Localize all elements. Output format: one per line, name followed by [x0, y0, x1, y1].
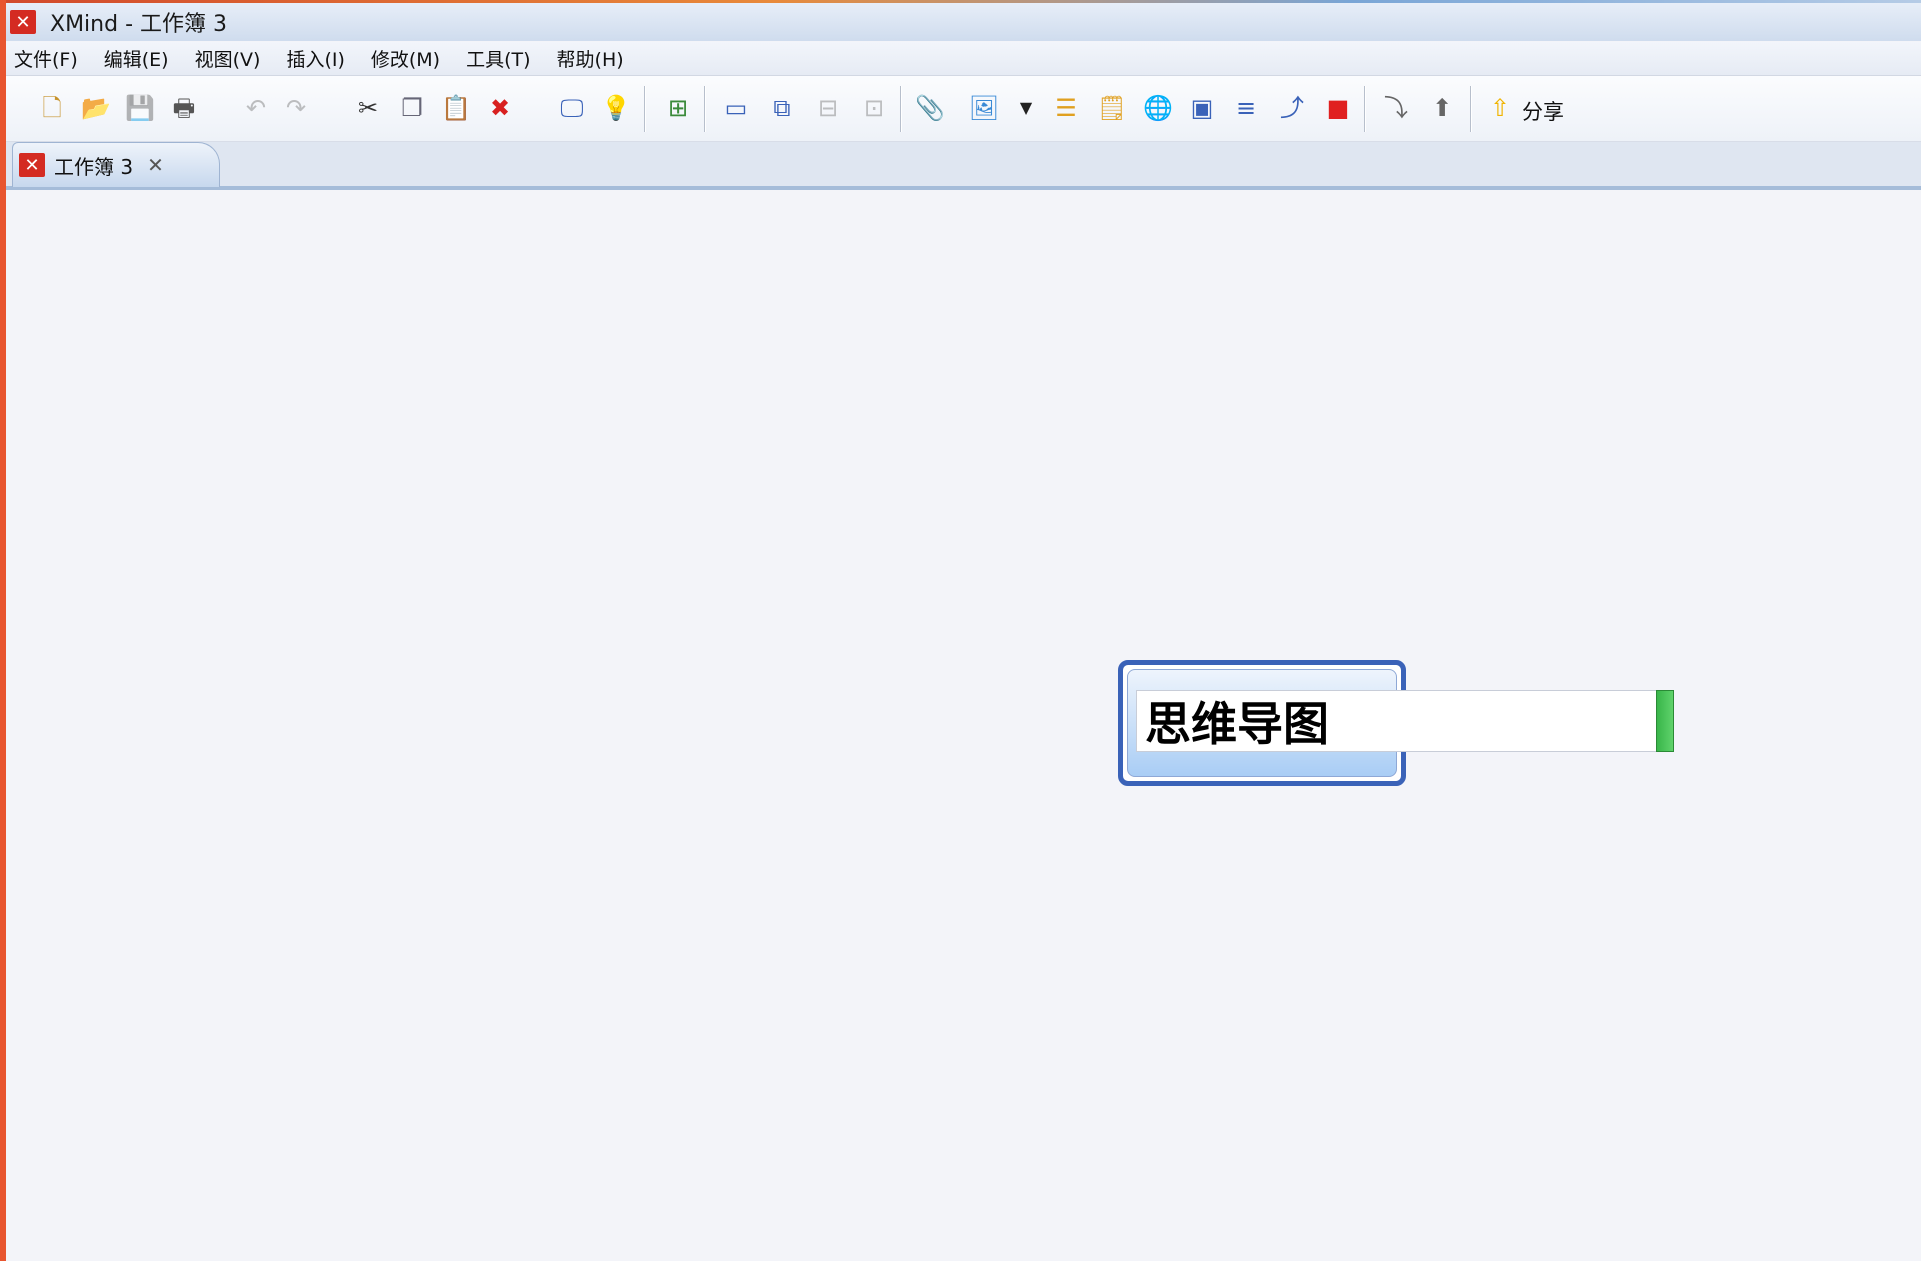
editor-tab-strip: ✕ 工作簿 3 ✕ [6, 142, 1921, 190]
toolbar-separator [704, 86, 706, 132]
open-icon[interactable]: 📂 [80, 92, 112, 124]
menu-tools[interactable]: 工具(T) [454, 45, 542, 72]
boundary-icon[interactable]: ▣ [1186, 92, 1218, 124]
close-icon[interactable]: ✕ [147, 153, 164, 177]
window-title: XMind - 工作簿 3 [50, 12, 227, 37]
central-topic-text: 思维导图 [1145, 697, 1329, 751]
copy-icon[interactable]: ❐ [396, 92, 428, 124]
summary-bracket-icon[interactable]: ≡ [1230, 92, 1262, 124]
share-icon[interactable]: ⇧ [1484, 92, 1516, 124]
subtopic-icon[interactable]: ⧉ [766, 92, 798, 124]
xmind-logo-icon: ✕ [10, 10, 36, 34]
menu-file[interactable]: 文件(F) [6, 45, 90, 72]
attachment-icon[interactable]: 📎 [914, 92, 946, 124]
mind-map-canvas[interactable]: 思维导图 [6, 190, 1921, 1261]
menu-insert[interactable]: 插入(I) [274, 45, 356, 72]
relationship-icon[interactable]: ⤴ [1276, 92, 1308, 124]
menu-view[interactable]: 视图(V) [183, 45, 273, 72]
callout-icon[interactable]: ⊟ [812, 92, 844, 124]
menu-bar: 文件(F) 编辑(E) 视图(V) 插入(I) 修改(M) 工具(T) 帮助(H… [6, 42, 1921, 76]
presentation-icon[interactable]: 🖵 [556, 92, 588, 124]
delete-icon[interactable]: ✖ [484, 92, 516, 124]
print-icon[interactable]: 🖶 [168, 92, 200, 124]
editor-resize-handle[interactable] [1656, 690, 1674, 752]
brainstorm-icon[interactable]: 💡 [600, 92, 632, 124]
xmind-logo-icon: ✕ [19, 153, 45, 177]
toolbar: 🗋 📂 💾 🖶 ↶ ↷ ✂ ❐ 📋 ✖ 🖵 💡 ⊞ ▭ ⧉ ⊟ ⊡ 📎 🖼 ▼ … [6, 76, 1921, 142]
save-icon[interactable]: 💾 [124, 92, 156, 124]
notes-icon[interactable]: 🗒 [1096, 92, 1128, 124]
drill-up-icon[interactable]: ⬆ [1426, 92, 1458, 124]
toolbar-separator [1470, 86, 1472, 132]
drill-down-icon[interactable]: ⤵ [1380, 92, 1412, 124]
marker-icon[interactable]: ■ [1322, 92, 1354, 124]
image-icon[interactable]: 🖼 [968, 92, 1000, 124]
floating-topic-icon[interactable]: ⊡ [858, 92, 890, 124]
tab-workbook[interactable]: ✕ 工作簿 3 ✕ [12, 142, 220, 187]
toolbar-separator [900, 86, 902, 132]
paste-icon[interactable]: 📋 [440, 92, 472, 124]
menu-modify[interactable]: 修改(M) [359, 45, 452, 72]
menu-help[interactable]: 帮助(H) [545, 45, 636, 72]
redo-icon[interactable]: ↷ [280, 92, 312, 124]
menu-edit[interactable]: 编辑(E) [92, 45, 181, 72]
share-button-label[interactable]: 分享 [1522, 96, 1564, 126]
topic-icon[interactable]: ▭ [720, 92, 752, 124]
toolbar-separator [1364, 86, 1366, 132]
new-workbook-icon[interactable]: 🗋 [36, 92, 68, 124]
insert-icon[interactable]: ⊞ [662, 92, 694, 124]
summary-icon[interactable]: ☰ [1050, 92, 1082, 124]
undo-icon[interactable]: ↶ [240, 92, 272, 124]
xmind-window: ✕ XMind - 工作簿 3 文件(F) 编辑(E) 视图(V) 插入(I) … [0, 0, 1921, 1261]
toolbar-separator [644, 86, 646, 132]
image-dropdown-icon[interactable]: ▼ [1010, 92, 1042, 124]
tab-label: 工作簿 3 [54, 154, 134, 179]
cut-icon[interactable]: ✂ [352, 92, 384, 124]
hyperlink-icon[interactable]: 🌐 [1142, 92, 1174, 124]
topic-text-editor[interactable]: 思维导图 [1136, 690, 1660, 752]
title-bar: ✕ XMind - 工作簿 3 [6, 3, 1921, 41]
